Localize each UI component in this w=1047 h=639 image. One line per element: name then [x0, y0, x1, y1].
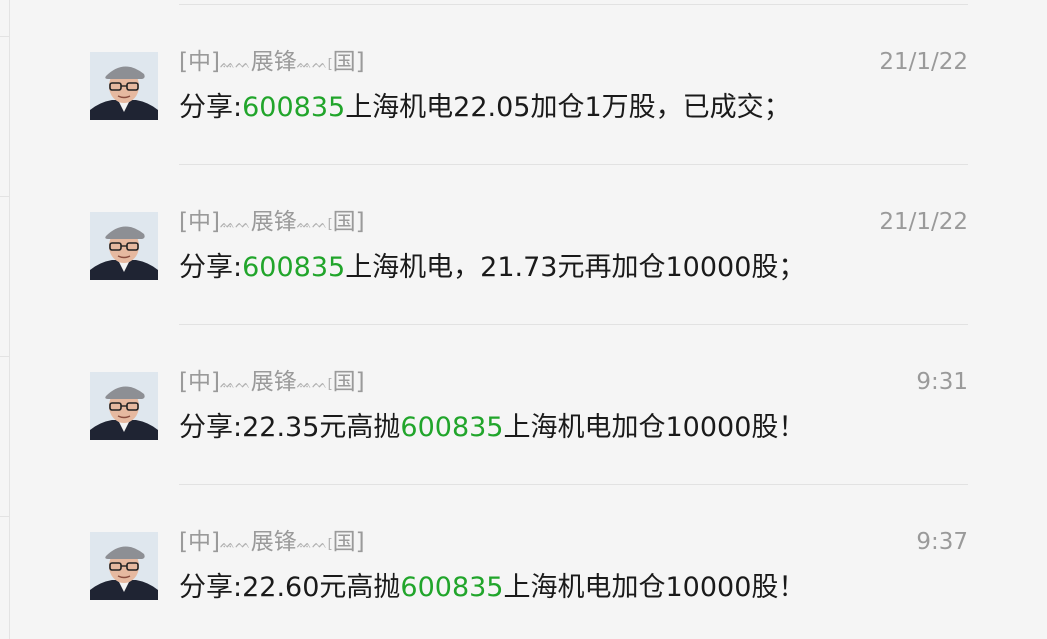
sender-name-ornament: ᨐᨓ	[219, 57, 251, 72]
message-text-part: 上海机电加仓10000股！	[503, 572, 806, 603]
avatar[interactable]	[90, 372, 158, 440]
sender-name-main: 展锋	[250, 209, 297, 235]
message-timestamp: 21/1/22	[879, 49, 968, 75]
sender-name-ornament: ᨐᨓ	[219, 217, 251, 232]
stock-code-link[interactable]: 600835	[400, 572, 503, 603]
stock-code-link[interactable]: 600835	[242, 252, 345, 283]
sender-name: [中]ᨐᨓ展锋ᨐᨓ[国]	[179, 45, 365, 82]
sender-name-ornament: ᨐᨓ	[296, 377, 328, 392]
sender-name-suffix: 国]	[332, 529, 365, 555]
message-text[interactable]: 分享:600835上海机电22.05加仓1万股，已成交；	[179, 89, 791, 127]
message-item[interactable]: [中]ᨐᨓ展锋ᨐᨓ[国] 9:37 分享:22.60元高抛600835上海机电加…	[0, 480, 1047, 639]
sender-name-suffix: 国]	[332, 369, 365, 395]
message-text-part: 上海机电22.05加仓1万股，已成交；	[345, 92, 791, 123]
message-timestamp: 21/1/22	[879, 209, 968, 235]
sender-name-suffix: 国]	[332, 209, 365, 235]
sender-name-ornament: ᨐᨓ	[296, 57, 328, 72]
sender-name-ornament: ᨐᨓ	[296, 217, 328, 232]
sender-name-ornament: ᨐᨓ	[219, 377, 251, 392]
sender-name: [中]ᨐᨓ展锋ᨐᨓ[国]	[179, 205, 365, 242]
message-item[interactable]: [中]ᨐᨓ展锋ᨐᨓ[国] 9:31 分享:22.35元高抛600835上海机电加…	[0, 320, 1047, 480]
message-text-part: 上海机电加仓10000股！	[503, 412, 806, 443]
stock-code-link[interactable]: 600835	[400, 412, 503, 443]
sender-name-main: 展锋	[250, 369, 297, 395]
sender-name-prefix: [中]	[179, 529, 220, 555]
message-text-part: 上海机电，21.73元再加仓10000股；	[345, 252, 806, 283]
sender-name-ornament: ᨐᨓ	[296, 537, 328, 552]
stock-code-link[interactable]: 600835	[242, 92, 345, 123]
message-item[interactable]: [中]ᨐᨓ展锋ᨐᨓ[国] 21/1/22 分享:600835上海机电，21.73…	[0, 160, 1047, 320]
sender-name: [中]ᨐᨓ展锋ᨐᨓ[国]	[179, 525, 365, 562]
sender-name-prefix: [中]	[179, 49, 220, 75]
avatar-icon	[90, 212, 158, 280]
message-text-part: 分享:	[179, 252, 243, 283]
sender-name-prefix: [中]	[179, 369, 220, 395]
sender-name: [中]ᨐᨓ展锋ᨐᨓ[国]	[179, 365, 365, 402]
chat-message-list: [中]ᨐᨓ展锋ᨐᨓ[国] 21/1/22 分享:600835上海机电22.05加…	[0, 0, 1047, 639]
message-text-part: 分享:22.35元高抛	[179, 412, 401, 443]
avatar-icon	[90, 372, 158, 440]
avatar[interactable]	[90, 532, 158, 600]
message-text-part: 分享:22.60元高抛	[179, 572, 401, 603]
avatar[interactable]	[90, 212, 158, 280]
sender-name-main: 展锋	[250, 529, 297, 555]
message-text[interactable]: 分享:22.35元高抛600835上海机电加仓10000股！	[179, 409, 805, 447]
avatar[interactable]	[90, 52, 158, 120]
message-text-part: 分享:	[179, 92, 243, 123]
avatar-icon	[90, 532, 158, 600]
avatar-icon	[90, 52, 158, 120]
sender-name-ornament: ᨐᨓ	[219, 537, 251, 552]
message-text[interactable]: 分享:22.60元高抛600835上海机电加仓10000股！	[179, 569, 805, 607]
message-text[interactable]: 分享:600835上海机电，21.73元再加仓10000股；	[179, 249, 805, 287]
message-timestamp: 9:37	[916, 529, 968, 555]
sender-name-main: 展锋	[250, 49, 297, 75]
message-item[interactable]: [中]ᨐᨓ展锋ᨐᨓ[国] 21/1/22 分享:600835上海机电22.05加…	[0, 0, 1047, 160]
sender-name-suffix: 国]	[332, 49, 365, 75]
message-timestamp: 9:31	[916, 369, 968, 395]
sender-name-prefix: [中]	[179, 209, 220, 235]
